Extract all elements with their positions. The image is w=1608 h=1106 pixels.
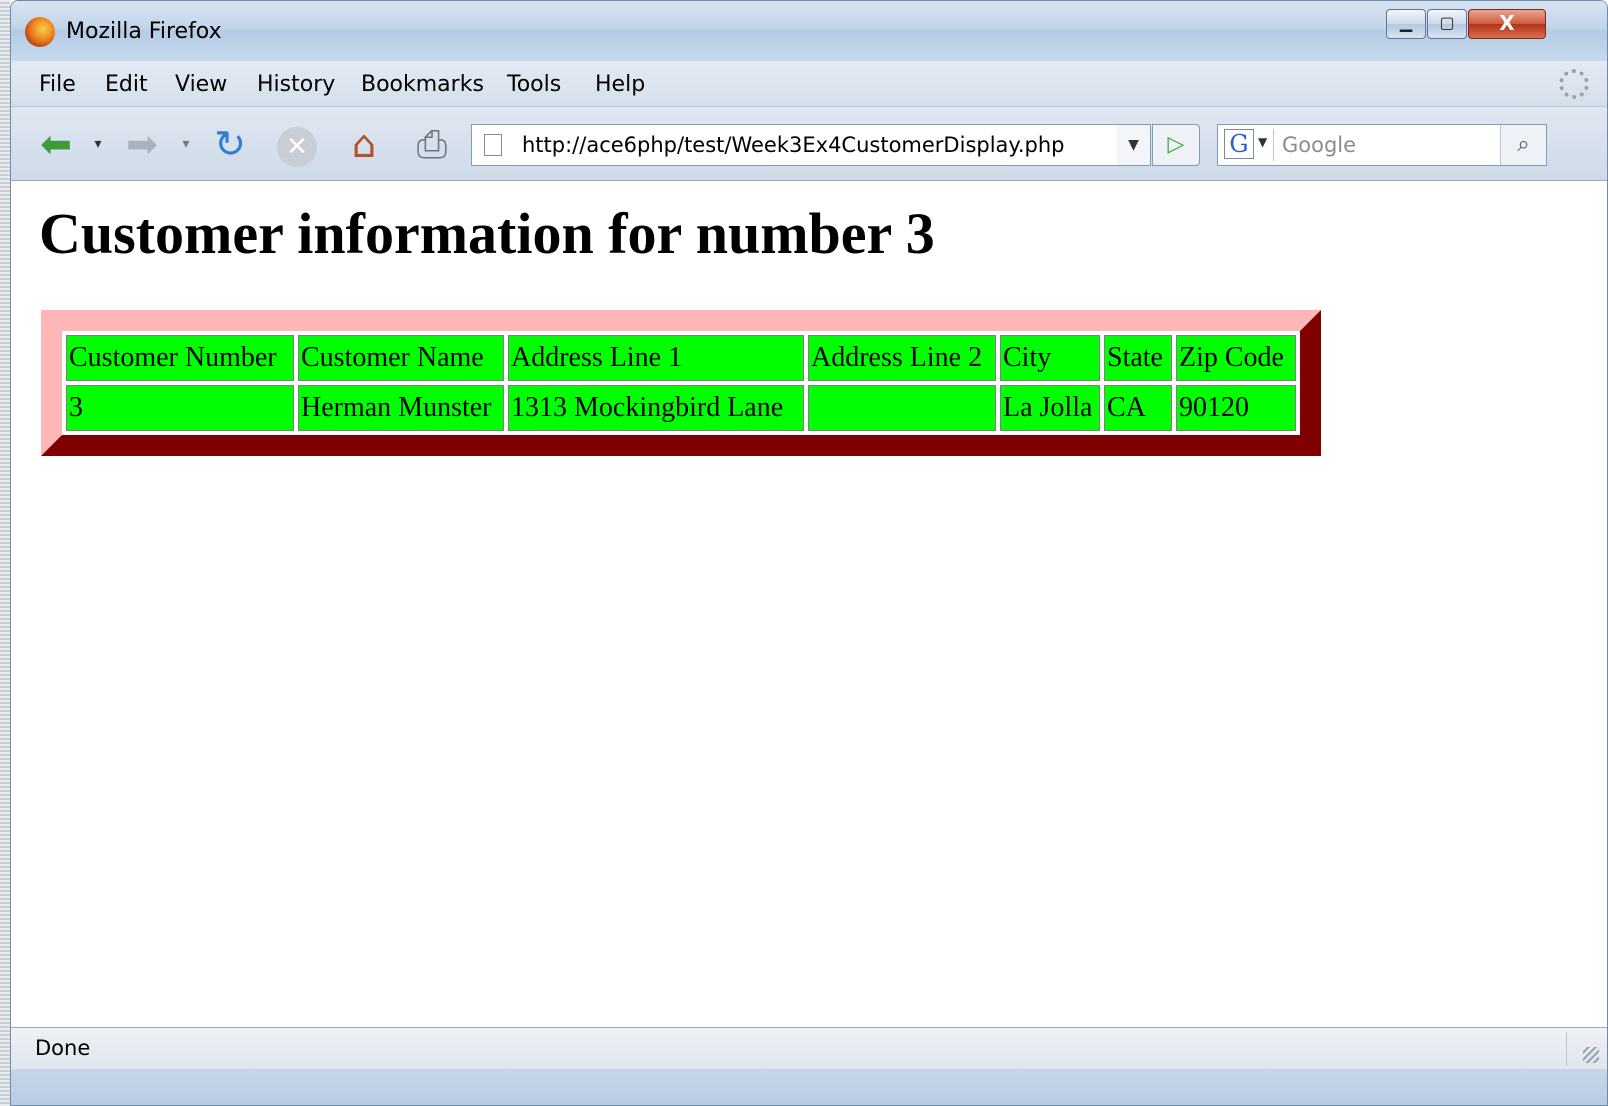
search-engine-selector[interactable]: G ▼ <box>1222 129 1274 161</box>
back-dropdown-chevron-icon[interactable]: ▾ <box>89 121 107 167</box>
search-icon[interactable]: ⌕ <box>1500 125 1546 165</box>
navigation-toolbar: ⬅ ▾ ➡ ▾ ↻ ✕ ⌂ ⎙ http://ace6php/test/Week… <box>11 107 1607 181</box>
forward-icon[interactable]: ➡ <box>119 121 165 167</box>
url-history-dropdown-icon[interactable]: ▼ <box>1117 124 1151 166</box>
print-icon[interactable]: ⎙ <box>409 121 455 167</box>
go-icon[interactable]: ▷ <box>1152 124 1200 166</box>
table-header-row: Customer Number Customer Name Address Li… <box>66 335 1296 381</box>
table-cell <box>808 385 996 431</box>
resize-grip-icon[interactable] <box>1583 1047 1599 1063</box>
search-box[interactable]: G ▼ Google ⌕ <box>1217 124 1547 166</box>
menu-file[interactable]: File <box>39 72 76 97</box>
stop-icon[interactable]: ✕ <box>277 127 317 167</box>
minimize-button[interactable]: ▁ <box>1386 9 1426 39</box>
window-title: Mozilla Firefox <box>66 19 222 44</box>
table-cell: La Jolla <box>1000 385 1100 431</box>
maximize-button[interactable]: ▢ <box>1427 9 1467 39</box>
page-icon <box>484 134 502 156</box>
firefox-logo-icon <box>25 17 55 47</box>
menu-bookmarks[interactable]: Bookmarks <box>361 72 484 97</box>
table-header-cell: City <box>1000 335 1100 381</box>
back-icon[interactable]: ⬅ <box>33 121 79 167</box>
url-text[interactable]: http://ace6php/test/Week3Ex4CustomerDisp… <box>522 133 1065 157</box>
search-input[interactable]: Google <box>1282 133 1356 157</box>
menu-view[interactable]: View <box>175 72 227 97</box>
table-header-cell: Zip Code <box>1176 335 1296 381</box>
close-button[interactable]: X <box>1468 9 1546 39</box>
page-content: Customer information for number 3 Custom… <box>11 182 1607 1027</box>
url-bar[interactable]: http://ace6php/test/Week3Ex4CustomerDisp… <box>471 124 1151 166</box>
table-cell: 3 <box>66 385 294 431</box>
menu-tools[interactable]: Tools <box>507 72 561 97</box>
reload-icon[interactable]: ↻ <box>207 121 253 167</box>
table-header-cell: Customer Name <box>298 335 504 381</box>
menu-help[interactable]: Help <box>595 72 645 97</box>
status-divider <box>1566 1032 1567 1066</box>
title-bar[interactable]: Mozilla Firefox ▁ ▢ X <box>11 1 1607 61</box>
table-cell: 90120 <box>1176 385 1296 431</box>
table-row: 3 Herman Munster 1313 Mockingbird Lane L… <box>66 385 1296 431</box>
table-cell: 1313 Mockingbird Lane <box>508 385 804 431</box>
search-engine-chevron-icon: ▼ <box>1258 135 1268 149</box>
menu-edit[interactable]: Edit <box>105 72 148 97</box>
page-title: Customer information for number 3 <box>39 201 935 266</box>
home-icon[interactable]: ⌂ <box>341 121 387 167</box>
customer-table: Customer Number Customer Name Address Li… <box>41 310 1321 456</box>
menu-history[interactable]: History <box>257 72 335 97</box>
forward-dropdown-chevron-icon[interactable]: ▾ <box>177 121 195 167</box>
table-header-cell: State <box>1104 335 1172 381</box>
table-header-cell: Address Line 2 <box>808 335 996 381</box>
google-engine-icon: G <box>1224 129 1254 159</box>
browser-window: Mozilla Firefox ▁ ▢ X File Edit View His… <box>10 0 1608 1106</box>
window-bottom-frame <box>11 1069 1607 1105</box>
status-text: Done <box>35 1036 91 1060</box>
activity-throbber-icon <box>1559 69 1589 99</box>
table-header-cell: Customer Number <box>66 335 294 381</box>
table-header-cell: Address Line 1 <box>508 335 804 381</box>
table-cell: CA <box>1104 385 1172 431</box>
desktop-background <box>0 0 10 1106</box>
menu-bar: File Edit View History Bookmarks Tools H… <box>11 61 1607 107</box>
table-cell: Herman Munster <box>298 385 504 431</box>
status-bar: Done <box>11 1027 1607 1069</box>
